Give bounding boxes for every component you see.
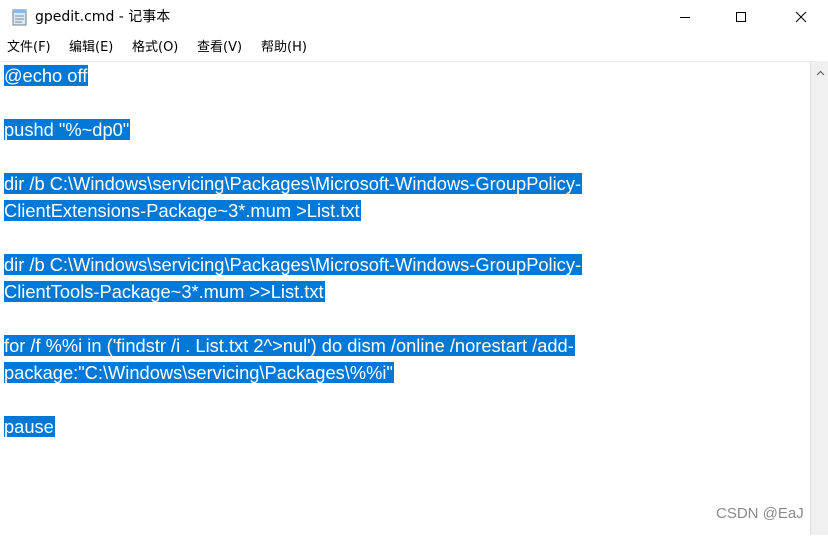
window-title: gpedit.cmd - 记事本 [35,9,171,25]
menu-view[interactable]: 查看(V) [197,40,242,56]
title-bar[interactable]: gpedit.cmd - 记事本 [0,0,828,34]
selected-text[interactable]: ClientTools-Package~3*.mum >>List.txt [4,281,325,302]
minimize-button[interactable] [658,0,712,34]
selected-text[interactable]: dir /b C:\Windows\servicing\Packages\Mic… [4,254,583,275]
selected-text[interactable]: pause [4,416,55,437]
vertical-scrollbar[interactable] [810,61,828,535]
menu-file[interactable]: 文件(F) [7,40,51,56]
chevron-up-icon [816,61,825,80]
menu-edit[interactable]: 编辑(E) [69,40,113,56]
minimize-icon [679,8,691,27]
watermark: CSDN @EaJ [716,505,804,522]
editor-line: dir /b C:\Windows\servicing\Packages\Mic… [4,252,583,278]
menu-format[interactable]: 格式(O) [132,40,178,56]
text-editor[interactable]: @echo off pushd "%~dp0" dir /b C:\Window… [0,61,810,536]
maximize-icon [735,8,747,27]
editor-line: package:"C:\Windows\servicing\Packages\%… [4,360,394,386]
editor-line: pushd "%~dp0" [4,117,131,143]
editor-line: for /f %%i in ('findstr /i . List.txt 2^… [4,333,575,359]
maximize-button[interactable] [714,0,768,34]
selected-text[interactable]: dir /b C:\Windows\servicing\Packages\Mic… [4,173,583,194]
editor-line: pause [4,414,55,440]
close-button[interactable] [774,0,828,34]
menu-bar: 文件(F) 编辑(E) 格式(O) 查看(V) 帮助(H) [0,36,828,60]
selected-text[interactable]: ClientExtensions-Package~3*.mum >List.tx… [4,200,361,221]
editor-line: @echo off [4,63,89,89]
selected-text[interactable]: package:"C:\Windows\servicing\Packages\%… [4,362,394,383]
editor-line: ClientExtensions-Package~3*.mum >List.tx… [4,198,361,224]
menu-help[interactable]: 帮助(H) [261,40,307,56]
selected-text[interactable]: @echo off [4,65,89,86]
notepad-icon [11,8,28,26]
selected-text[interactable]: for /f %%i in ('findstr /i . List.txt 2^… [4,335,575,356]
editor-line: dir /b C:\Windows\servicing\Packages\Mic… [4,171,583,197]
close-icon [795,8,807,27]
scroll-up-button[interactable] [811,61,828,79]
editor-line: ClientTools-Package~3*.mum >>List.txt [4,279,325,305]
selected-text[interactable]: pushd "%~dp0" [4,119,131,140]
